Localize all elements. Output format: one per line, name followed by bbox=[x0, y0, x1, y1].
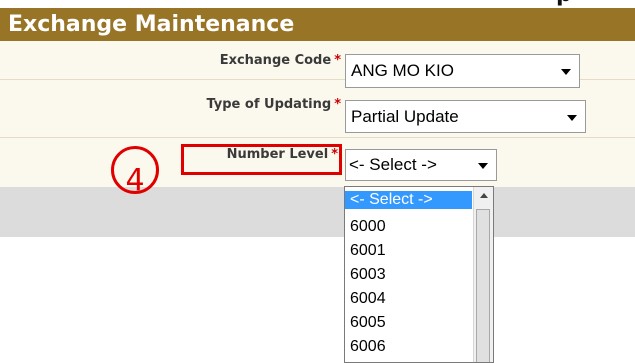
exchange-code-label: Exchange Code * bbox=[219, 53, 341, 68]
number-level-highlight bbox=[181, 144, 342, 175]
dropdown-option[interactable]: 6005 bbox=[345, 314, 472, 332]
chevron-down-icon bbox=[561, 69, 571, 75]
exchange-code-select[interactable]: ANG MO KIO bbox=[345, 54, 580, 88]
dropdown-option[interactable]: 6006 bbox=[345, 338, 472, 356]
clipped-heading-glyph: p bbox=[556, 0, 600, 6]
chevron-down-icon bbox=[478, 163, 488, 169]
scroll-up-arrow-icon[interactable] bbox=[474, 187, 493, 205]
number-level-select[interactable]: <- Select -> bbox=[345, 149, 497, 181]
number-level-dropdown-list[interactable]: <- Select -> 6000 6001 6003 6004 6005 60… bbox=[344, 186, 494, 363]
dropdown-option[interactable]: 6004 bbox=[345, 290, 472, 308]
step-callout-circle: 4 bbox=[111, 146, 159, 198]
dropdown-option[interactable]: 6000 bbox=[345, 218, 472, 236]
chevron-down-icon bbox=[567, 114, 577, 121]
top-strip bbox=[0, 0, 635, 8]
row-divider bbox=[0, 137, 635, 138]
type-of-updating-select[interactable]: Partial Update bbox=[345, 100, 586, 133]
scrollbar-thumb[interactable] bbox=[476, 209, 490, 362]
required-mark: * bbox=[334, 97, 341, 112]
dropdown-option[interactable]: 6001 bbox=[345, 242, 472, 260]
type-of-updating-label: Type of Updating * bbox=[206, 97, 341, 112]
section-header: Exchange Maintenance bbox=[0, 8, 635, 41]
dropdown-scrollbar[interactable] bbox=[473, 187, 493, 362]
required-mark: * bbox=[334, 53, 341, 68]
toolbar-strip bbox=[0, 187, 635, 237]
dropdown-option[interactable]: <- Select -> bbox=[345, 191, 472, 209]
step-number: 4 bbox=[125, 163, 145, 198]
dropdown-option[interactable]: 6003 bbox=[345, 266, 472, 284]
